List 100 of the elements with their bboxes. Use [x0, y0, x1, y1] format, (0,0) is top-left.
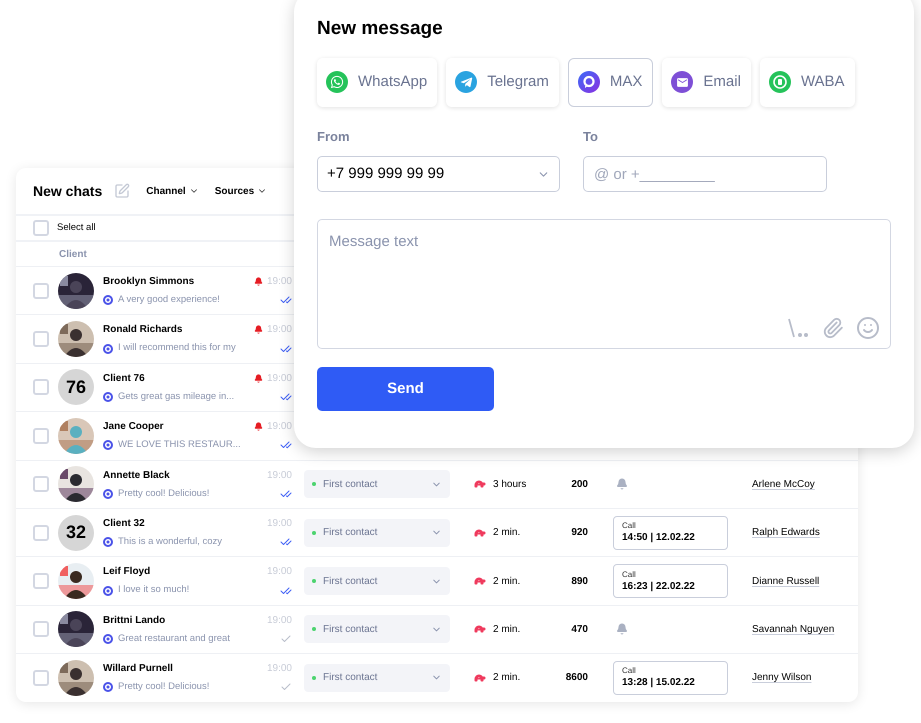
- client-name[interactable]: Annette Black: [103, 468, 267, 483]
- message-time: 19:00: [266, 420, 292, 434]
- template-icon[interactable]: [786, 317, 810, 339]
- stage-dropdown[interactable]: First contact: [304, 664, 450, 692]
- message-preview: A very good experience!: [118, 293, 221, 308]
- message-count: 8600: [564, 671, 588, 686]
- reminder-time: 13:28 | 15.02.22: [622, 676, 696, 690]
- channel-button[interactable]: Telegram: [446, 58, 559, 106]
- client-name[interactable]: Brittni Lando: [103, 612, 267, 628]
- wait-time: 3 hours: [493, 478, 528, 492]
- message-count: 920: [570, 526, 588, 540]
- filter-dropdown[interactable]: Channel: [146, 184, 199, 198]
- message-preview: This is a wonderful, cozy: [118, 535, 224, 550]
- message-preview: Great restaurant and great: [118, 632, 231, 646]
- stage-dropdown[interactable]: First contact: [304, 615, 450, 644]
- reminder-type: Call: [622, 521, 637, 532]
- bell-icon[interactable]: [616, 623, 628, 636]
- checkbox[interactable]: [33, 331, 49, 348]
- call-reminder[interactable]: Call 14:50 | 12.02.22: [613, 516, 728, 550]
- manager-link[interactable]: Dianne Russell: [752, 574, 820, 589]
- checkbox[interactable]: [33, 220, 49, 236]
- paperclip-icon[interactable]: [822, 317, 844, 339]
- manager-link[interactable]: Savannah Nguyen: [752, 622, 834, 637]
- channel-button[interactable]: WhatsApp: [317, 58, 438, 106]
- manager-link[interactable]: Jenny Wilson: [752, 670, 812, 686]
- channel-icon: [103, 682, 113, 692]
- message-preview: I will recommend this for my: [118, 341, 237, 356]
- client-name[interactable]: Leif Floyd: [103, 564, 267, 580]
- channel-button[interactable]: MAX: [568, 58, 654, 106]
- message-time: 19:00: [266, 323, 292, 338]
- checkbox[interactable]: [33, 524, 49, 541]
- message-preview: WE LOVE THIS RESTAUR...: [118, 438, 242, 452]
- message-count: 470: [570, 622, 588, 637]
- message-time: 19:00: [266, 275, 292, 290]
- message-text-field[interactable]: Message text: [317, 219, 891, 349]
- message-preview: Gets great gas mileage in...: [118, 390, 236, 404]
- field-label: From: [317, 128, 350, 146]
- channel-icon: [103, 537, 113, 548]
- checkbox[interactable]: [33, 282, 49, 299]
- wait-time: 2 min.: [493, 526, 522, 540]
- client-name[interactable]: Client 32: [103, 516, 267, 532]
- message-count: 200: [570, 478, 588, 492]
- channel-icon: [103, 440, 113, 450]
- wait-time: 2 min.: [493, 622, 522, 637]
- reminder-type: Call: [622, 666, 637, 676]
- message-count: 890: [570, 574, 588, 589]
- wait-time: 2 min.: [493, 671, 522, 686]
- checkbox[interactable]: [33, 428, 49, 444]
- stage-dropdown[interactable]: First contact: [304, 567, 450, 596]
- client-name[interactable]: Ronald Richards: [103, 322, 254, 338]
- message-preview: I love it so much!: [118, 583, 190, 598]
- select-all-label[interactable]: Select all: [57, 220, 96, 236]
- message-time: 19:00: [266, 662, 292, 676]
- checkbox[interactable]: [33, 670, 49, 686]
- smile-icon[interactable]: [856, 316, 880, 340]
- channel-icon: [103, 634, 113, 644]
- whatsapp-icon: [326, 71, 348, 93]
- reminder-time: 16:23 | 22.02.22: [622, 580, 696, 593]
- message-time: 19:00: [266, 372, 292, 386]
- channel-icon: [103, 586, 113, 596]
- manager-link[interactable]: Arlene McCoy: [752, 476, 815, 492]
- client-name[interactable]: Brooklyn Simmons: [103, 274, 254, 290]
- stage-dropdown[interactable]: First contact: [304, 518, 450, 547]
- message-time: 19:00: [266, 517, 292, 532]
- channel-button[interactable]: Email: [662, 58, 751, 106]
- compose-icon[interactable]: [114, 183, 130, 199]
- message-time: 19:00: [266, 468, 292, 483]
- channel-icon: [103, 488, 113, 499]
- bell-icon[interactable]: [616, 478, 628, 490]
- stage-dropdown[interactable]: First contact: [304, 470, 450, 498]
- checkbox[interactable]: [33, 379, 49, 396]
- wait-time: 2 min.: [493, 574, 522, 589]
- client-name[interactable]: Client 76: [103, 370, 254, 386]
- message-time: 19:00: [266, 614, 292, 628]
- reminder-type: Call: [622, 570, 637, 580]
- client-name[interactable]: Jane Cooper: [103, 419, 254, 434]
- recipient-field[interactable]: @ or +_________: [583, 156, 827, 192]
- checkbox[interactable]: [33, 573, 49, 590]
- dialog-title: New message: [317, 17, 444, 41]
- message-preview: Pretty cool! Delicious!: [118, 680, 210, 694]
- sender-select[interactable]: +7 999 999 99 99: [317, 156, 560, 192]
- client-name[interactable]: Willard Purnell: [103, 661, 267, 676]
- send-button[interactable]: Send: [317, 367, 494, 411]
- message-preview: Pretty cool! Delicious!: [118, 486, 210, 501]
- call-reminder[interactable]: Call 13:28 | 15.02.22: [613, 660, 728, 695]
- avatar: 32: [58, 514, 94, 551]
- channel-button[interactable]: WABA: [760, 58, 855, 106]
- envelope-icon: [671, 71, 694, 93]
- checkbox[interactable]: [33, 476, 49, 492]
- panel-title: New chats: [33, 182, 102, 200]
- manager-link[interactable]: Ralph Edwards: [752, 525, 820, 540]
- channel-icon: [103, 344, 113, 354]
- field-label: To: [583, 128, 599, 146]
- column-header: Client: [59, 248, 87, 262]
- message-time: 19:00: [266, 565, 292, 580]
- reminder-time: 14:50 | 12.02.22: [622, 531, 696, 544]
- call-reminder[interactable]: Call 16:23 | 22.02.22: [613, 564, 728, 598]
- checkbox[interactable]: [33, 621, 49, 638]
- filter-dropdown[interactable]: Sources: [214, 184, 268, 198]
- channel-icon: [103, 392, 113, 402]
